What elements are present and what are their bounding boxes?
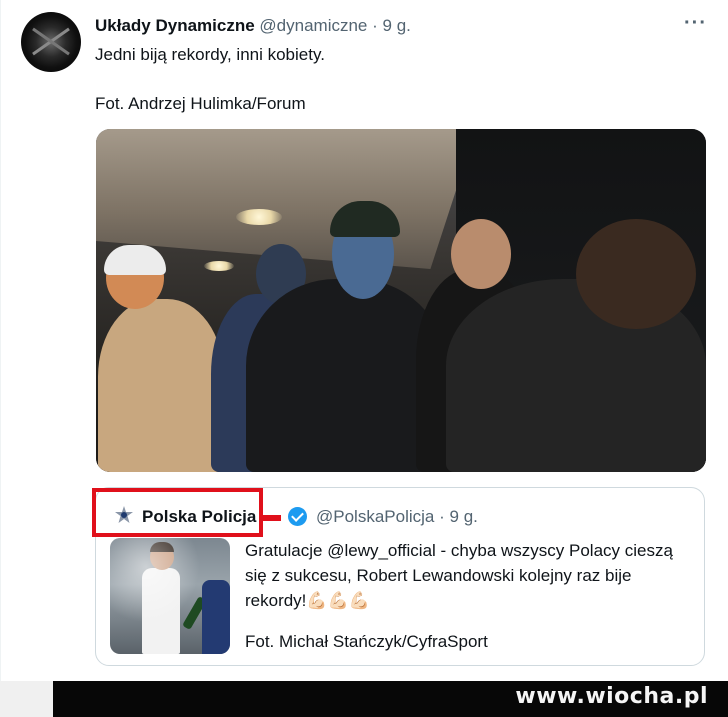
photo-lamp — [204, 261, 234, 271]
quoted-author-meta: @PolskaPolicja · 9 g. — [316, 507, 478, 527]
quoted-photo-thumbnail[interactable] — [110, 538, 230, 654]
tweet-text-line-1: Jedni biją rekordy, inni kobiety. — [95, 45, 325, 64]
author-name[interactable]: Układy Dynamiczne — [95, 16, 255, 35]
tweet-card[interactable]: Układy Dynamiczne @dynamiczne · 9 g. ···… — [0, 0, 728, 681]
photo-person-head — [576, 219, 696, 329]
quoted-text-line-1: Gratulacje @lewy_official - chyba wszysc… — [245, 541, 673, 560]
more-options-icon[interactable]: ··· — [684, 12, 707, 35]
thumb-spray — [110, 538, 230, 654]
verified-badge-icon — [288, 507, 307, 526]
photo-lamp — [236, 209, 282, 225]
tweet-header: Układy Dynamiczne @dynamiczne · 9 g. — [95, 16, 411, 36]
photo-person — [98, 299, 224, 472]
tweet-photo[interactable] — [96, 129, 706, 472]
tweet-timestamp[interactable]: 9 g. — [383, 16, 411, 35]
author-handle[interactable]: @dynamiczne — [259, 16, 367, 35]
watermark-bar: www.wiocha.pl — [53, 681, 728, 717]
quoted-timestamp[interactable]: 9 g. — [450, 507, 478, 526]
bottom-left-strip — [0, 681, 53, 717]
highlight-box-tail — [263, 515, 281, 521]
author-avatar[interactable] — [21, 12, 81, 72]
quoted-text-line-3: rekordy!💪🏻💪🏻💪🏻 — [245, 591, 370, 610]
quoted-text-line-2: się z sukcesu, Robert Lewandowski kolejn… — [245, 566, 632, 585]
separator-dot: · — [439, 507, 445, 526]
watermark-text: www.wiocha.pl — [515, 684, 708, 709]
highlight-box — [92, 488, 263, 537]
quoted-text: Gratulacje @lewy_official - chyba wszysc… — [245, 538, 685, 613]
photo-cap — [104, 245, 166, 275]
quoted-author-handle[interactable]: @PolskaPolicja — [316, 507, 434, 526]
separator-dot: · — [372, 16, 378, 35]
photo-person-head — [451, 219, 511, 289]
quoted-photo-credit: Fot. Michał Stańczyk/CyfraSport — [245, 632, 488, 651]
tweet-text-line-2: Fot. Andrzej Hulimka/Forum — [95, 94, 306, 113]
